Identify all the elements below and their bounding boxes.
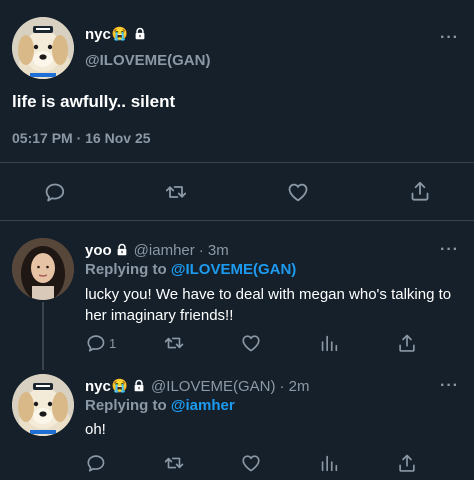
- more-icon[interactable]: ···: [440, 377, 459, 395]
- analytics-icon[interactable]: [318, 332, 340, 354]
- replying-to-handle[interactable]: @ILOVEME(GAN): [171, 261, 296, 278]
- lock-icon: [133, 27, 147, 41]
- like-icon[interactable]: [286, 180, 310, 204]
- timestamp[interactable]: · 3m: [199, 242, 229, 259]
- share-icon[interactable]: [396, 452, 418, 474]
- reply2-replying-to: Replying to @iamher: [85, 397, 235, 414]
- main-tweet-author[interactable]: nyc 😭: [85, 24, 147, 44]
- like-icon[interactable]: [240, 452, 262, 474]
- retweet-icon[interactable]: [162, 332, 186, 354]
- replying-to-handle[interactable]: @iamher: [171, 397, 235, 414]
- main-tweet-actions: [0, 176, 474, 206]
- replying-to-label: Replying to: [85, 261, 167, 278]
- reply2-actions: [0, 452, 474, 476]
- display-name[interactable]: yoo: [85, 242, 112, 259]
- replying-to-label: Replying to: [85, 397, 167, 414]
- reply1-replying-to: Replying to @ILOVEME(GAN): [85, 261, 296, 278]
- retweet-icon[interactable]: [162, 452, 186, 474]
- avatar-yoo[interactable]: [12, 238, 74, 300]
- reply2-text: oh!: [85, 421, 106, 438]
- handle[interactable]: @ILOVEME(GAN): [151, 378, 275, 395]
- handle[interactable]: @iamher: [134, 242, 195, 259]
- emoji: 😭: [111, 26, 129, 41]
- lock-icon: [115, 243, 129, 257]
- retweet-icon[interactable]: [163, 180, 189, 204]
- reply1-actions: 1: [0, 332, 474, 356]
- avatar-nyc[interactable]: [12, 17, 74, 79]
- main-tweet-handle[interactable]: @ILOVEME(GAN): [85, 52, 210, 69]
- reply-icon[interactable]: [85, 332, 107, 354]
- share-icon[interactable]: [408, 179, 432, 203]
- like-icon[interactable]: [240, 332, 262, 354]
- reply1-text: lucky you! We have to deal with megan wh…: [85, 286, 452, 324]
- share-icon[interactable]: [396, 332, 418, 354]
- more-icon[interactable]: ···: [440, 29, 459, 47]
- display-name[interactable]: nyc: [85, 378, 111, 395]
- display-name[interactable]: nyc: [85, 26, 111, 43]
- reply-count: 1: [109, 336, 117, 351]
- timestamp[interactable]: · 2m: [279, 378, 309, 395]
- reply-icon[interactable]: [43, 180, 67, 204]
- divider: [0, 220, 474, 221]
- main-tweet-text: life is awfully.. silent: [12, 92, 176, 111]
- main-tweet-timestamp[interactable]: 05:17 PM · 16 Nov 25: [12, 130, 151, 146]
- emoji: 😭: [111, 378, 129, 393]
- divider: [0, 162, 474, 163]
- avatar-nyc[interactable]: [12, 374, 74, 436]
- more-icon[interactable]: ···: [440, 241, 459, 259]
- reply2-header[interactable]: nyc 😭 @ILOVEME(GAN) · 2m: [85, 376, 309, 396]
- reply-icon[interactable]: [85, 452, 107, 474]
- analytics-icon[interactable]: [318, 452, 340, 474]
- reply1-header[interactable]: yoo @iamher · 3m: [85, 240, 229, 260]
- lock-icon: [132, 379, 146, 393]
